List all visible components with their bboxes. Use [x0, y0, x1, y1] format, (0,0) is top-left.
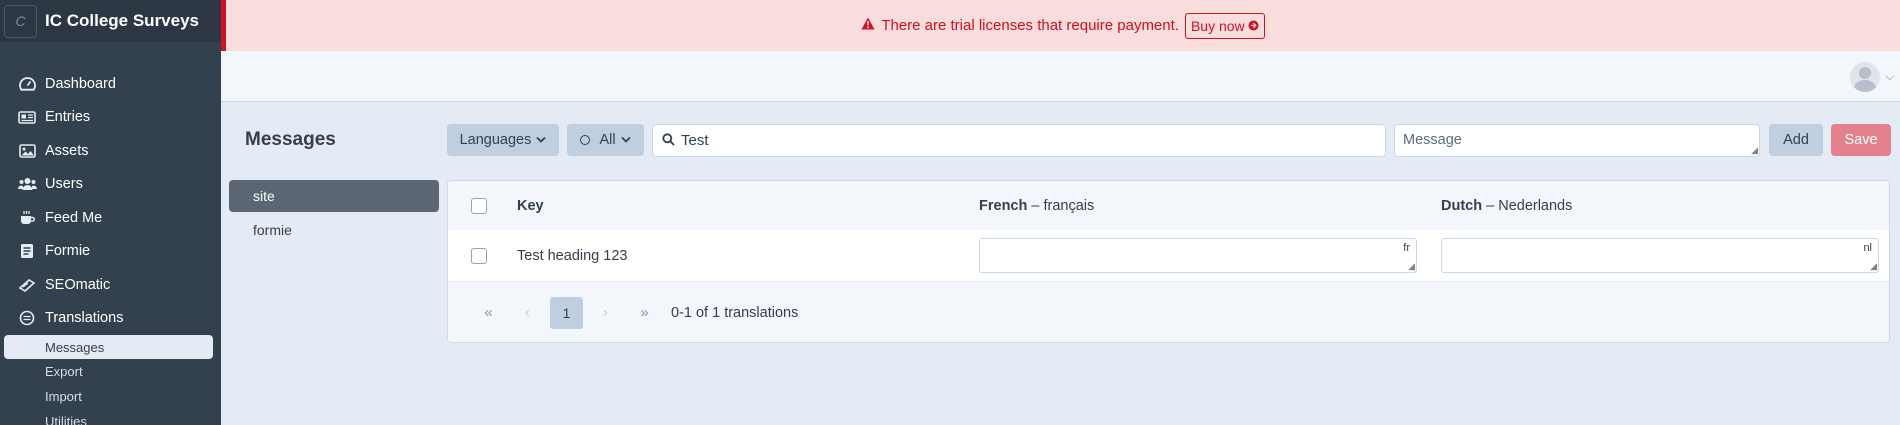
search-input[interactable]: Test — [652, 124, 1386, 157]
newspaper-icon — [16, 109, 38, 125]
nav-item-label: Feed Me — [45, 209, 103, 226]
translations-subnav: Messages Export Import Utilities — [0, 335, 221, 425]
first-page-icon[interactable]: « — [472, 297, 505, 329]
form-icon — [16, 243, 38, 259]
nav-item-entries[interactable]: Entries — [0, 101, 221, 135]
chevron-down-icon[interactable]: ⌵ — [1886, 71, 1894, 84]
table-row: Test heading 123 fr ◢ nl ◢ — [448, 230, 1889, 281]
dutch-lang-name: Dutch — [1441, 197, 1483, 214]
french-translation-field[interactable]: fr ◢ — [979, 238, 1417, 273]
nav-item-translations[interactable]: Translations — [0, 302, 221, 336]
chevron-down-icon — [620, 135, 631, 146]
message-field[interactable]: Message ◢ — [1394, 124, 1760, 157]
status-filter-label: All — [599, 132, 616, 148]
source-item-formie[interactable]: formie — [229, 214, 439, 246]
globe-icon — [16, 310, 38, 326]
nav-item-label: SEOmatic — [45, 276, 111, 293]
status-filter-dropdown[interactable]: All — [567, 124, 644, 156]
page-number-current[interactable]: 1 — [550, 296, 583, 329]
languages-dropdown[interactable]: Languages — [447, 124, 559, 156]
nav-item-label: Assets — [45, 142, 89, 159]
table-header: Key French – français Dutch – Nederlands — [448, 181, 1889, 230]
nav-item-seomatic[interactable]: SEOmatic — [0, 268, 221, 302]
license-alert: There are trial licenses that require pa… — [221, 0, 1900, 51]
buy-now-label: Buy now — [1190, 17, 1245, 34]
main-nav: Dashboard Entries Assets Users Feed Me F… — [0, 67, 221, 425]
next-page-icon[interactable]: › — [589, 297, 622, 329]
buy-now-button[interactable]: Buy now — [1184, 12, 1265, 39]
chevron-down-icon — [536, 135, 547, 146]
resize-grip-icon[interactable]: ◢ — [1870, 262, 1877, 271]
row-checkbox[interactable] — [471, 247, 487, 264]
arrow-circle-icon — [1248, 20, 1259, 31]
page-title: Messages — [245, 129, 336, 150]
nav-item-label: Formie — [45, 243, 91, 260]
resize-grip-icon[interactable]: ◢ — [1751, 145, 1758, 156]
french-lang-name: French — [979, 197, 1028, 214]
french-native-name: – français — [1031, 197, 1095, 214]
pagination-summary: 0-1 of 1 translations — [671, 304, 799, 321]
users-icon — [16, 176, 38, 192]
site-logo: C — [4, 4, 37, 38]
nav-item-users[interactable]: Users — [0, 168, 221, 202]
image-icon — [16, 143, 38, 159]
lang-code-badge: nl — [1863, 242, 1872, 254]
nav-item-assets[interactable]: Assets — [0, 134, 221, 168]
message-placeholder: Message — [1403, 132, 1462, 148]
gauge-icon — [16, 76, 38, 92]
status-circle-icon — [580, 135, 591, 145]
nav-item-formie[interactable]: Formie — [0, 235, 221, 269]
french-column-header: French – français — [979, 198, 1094, 214]
search-icon — [662, 132, 675, 149]
user-avatar[interactable] — [1850, 62, 1880, 92]
seo-icon — [16, 277, 38, 293]
languages-label: Languages — [459, 132, 532, 148]
nav-item-dashboard[interactable]: Dashboard — [0, 67, 221, 101]
site-name[interactable]: IC College Surveys — [45, 11, 199, 31]
save-button[interactable]: Save — [1831, 124, 1891, 156]
alert-message: There are trial licenses that require pa… — [881, 17, 1179, 34]
feed-icon — [16, 210, 38, 226]
translations-table: Key French – français Dutch – Nederlands… — [447, 180, 1890, 343]
subnav-item-utilities[interactable]: Utilities — [0, 409, 221, 425]
site-header[interactable]: C IC College Surveys — [0, 0, 221, 42]
nav-item-label: Dashboard — [45, 75, 116, 92]
select-all-checkbox[interactable] — [471, 197, 487, 214]
key-column-header: Key — [517, 197, 544, 214]
subnav-item-export[interactable]: Export — [0, 359, 221, 384]
subnav-item-import[interactable]: Import — [0, 384, 221, 409]
nav-item-label: Entries — [45, 109, 91, 126]
pagination-bar: « ‹ 1 › » 0-1 of 1 translations — [448, 281, 1889, 342]
search-value: Test — [681, 132, 709, 149]
nav-item-label: Translations — [45, 310, 124, 327]
dutch-translation-field[interactable]: nl ◢ — [1441, 238, 1879, 273]
resize-grip-icon[interactable]: ◢ — [1408, 262, 1415, 271]
global-header: ⌵ — [221, 51, 1900, 102]
dutch-column-header: Dutch – Nederlands — [1441, 198, 1572, 214]
row-key: Test heading 123 — [517, 247, 628, 264]
nav-item-feed-me[interactable]: Feed Me — [0, 201, 221, 235]
warning-icon — [861, 17, 875, 34]
add-button[interactable]: Add — [1769, 124, 1823, 156]
lang-code-badge: fr — [1403, 242, 1410, 254]
dutch-native-name: – Nederlands — [1486, 197, 1573, 214]
subnav-item-messages[interactable]: Messages — [4, 335, 213, 359]
last-page-icon[interactable]: » — [628, 297, 661, 329]
nav-item-label: Users — [45, 176, 83, 193]
sidebar: C IC College Surveys Dashboard Entries A… — [0, 0, 221, 425]
prev-page-icon[interactable]: ‹ — [511, 297, 544, 329]
source-item-site[interactable]: site — [229, 180, 439, 212]
source-list: site formie — [229, 180, 439, 248]
